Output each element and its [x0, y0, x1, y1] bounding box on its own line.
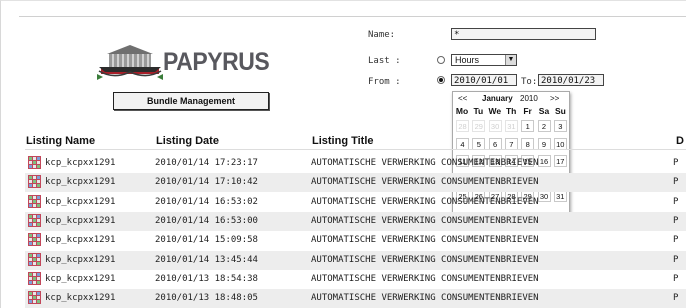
logo-text: PAPYRUS: [163, 48, 270, 76]
table-row[interactable]: kcp_kcpxx1291 2010/01/14 16:53:00 AUTOMATI…: [25, 211, 686, 231]
listing-date: 2010/01/14 16:53:00: [155, 215, 258, 226]
from-label: From :: [368, 77, 401, 87]
calendar-month: January: [482, 94, 513, 103]
last-unit-select[interactable]: Hours ▼: [451, 54, 517, 66]
to-date-input[interactable]: 2010/01/23: [538, 74, 604, 86]
papyrus-logo: PAPYRUS: [97, 41, 277, 85]
listing-name[interactable]: kcp_kcpxx1291: [45, 177, 115, 187]
calendar-day[interactable]: 6: [488, 137, 502, 150]
listing-d: P: [673, 293, 679, 304]
last-unit-value: Hours: [455, 55, 480, 65]
from-radio[interactable]: [437, 76, 445, 84]
weekday-label: Th: [505, 106, 517, 116]
calendar-day[interactable]: 8: [521, 137, 535, 150]
listing-name[interactable]: kcp_kcpxx1291: [45, 293, 115, 303]
listing-d: P: [673, 235, 679, 246]
listing-name[interactable]: kcp_kcpxx1291: [45, 235, 115, 245]
table-row[interactable]: kcp_kcpxx1291 2010/01/13 18:54:38 AUTOMATI…: [25, 270, 686, 289]
prev-month-button[interactable]: <<: [458, 94, 467, 103]
next-month-button[interactable]: >>: [550, 94, 559, 103]
calendar-day[interactable]: 29: [472, 120, 486, 132]
calendar-day[interactable]: 3: [553, 120, 567, 132]
name-label: Name:: [368, 30, 396, 40]
calendar-day[interactable]: 1: [521, 120, 535, 132]
ship-logo-icon: [97, 45, 163, 80]
calendar-day[interactable]: 7: [504, 137, 518, 150]
table-row[interactable]: kcp_kcpxx1291 2010/01/14 17:23:17 AUTOMATI…: [25, 154, 686, 173]
last-label: Last :: [368, 56, 401, 66]
listing-date: 2010/01/14 17:10:42: [155, 177, 258, 188]
listing-d: P: [673, 215, 679, 226]
listing-d: P: [673, 273, 679, 284]
listing-d: P: [673, 254, 679, 265]
listing-title: AUTOMATISCHE VERWERKING CONSUMENTENBRIEV…: [311, 158, 539, 168]
calendar-day[interactable]: 10: [553, 137, 567, 150]
calendar-day[interactable]: 9: [537, 137, 551, 150]
weekday-label: We: [488, 106, 502, 116]
col-header-d[interactable]: D: [676, 135, 684, 147]
listing-date: 2010/01/13 18:54:38: [155, 273, 258, 284]
listing-date: 2010/01/14 13:45:44: [155, 254, 258, 265]
listing-file-icon[interactable]: [28, 271, 41, 285]
col-header-listing-date[interactable]: Listing Date: [156, 135, 219, 147]
listing-file-icon[interactable]: [28, 213, 41, 227]
listing-d: P: [673, 158, 679, 168]
table-row[interactable]: kcp_kcpxx1291 2010/01/14 15:09:58 AUTOMATI…: [25, 231, 686, 250]
calendar-day[interactable]: 4: [456, 137, 469, 150]
listing-title: AUTOMATISCHE VERWERKING CONSUMENTENBRIEV…: [311, 254, 539, 265]
weekday-label: Fr: [523, 106, 532, 116]
bundle-management-button[interactable]: Bundle Management: [113, 92, 269, 110]
table-row[interactable]: kcp_kcpxx1291 2010/01/14 17:10:42 AUTOMATI…: [25, 173, 686, 193]
top-divider: [19, 16, 686, 17]
listing-file-icon[interactable]: [28, 175, 41, 189]
listing-d: P: [673, 177, 679, 188]
calendar-day[interactable]: 28: [456, 120, 469, 132]
weekday-label: Tu: [473, 106, 484, 116]
header-divider: [25, 149, 686, 150]
listing-name[interactable]: kcp_kcpxx1291: [45, 216, 115, 226]
listing-name[interactable]: kcp_kcpxx1291: [45, 274, 115, 284]
listing-file-icon[interactable]: [28, 194, 41, 208]
col-header-listing-title[interactable]: Listing Title: [312, 135, 374, 147]
listing-file-icon[interactable]: [28, 252, 41, 266]
listing-file-icon[interactable]: [28, 233, 41, 247]
calendar-day[interactable]: 30: [488, 120, 502, 132]
app-panel: PAPYRUS Bundle Management Name: * Last :…: [0, 0, 686, 308]
col-header-listing-name[interactable]: Listing Name: [26, 135, 95, 147]
listing-title: AUTOMATISCHE VERWERKING CONSUMENTENBRIEV…: [311, 215, 539, 226]
table-row[interactable]: kcp_kcpxx1291 2010/01/14 16:53:02 AUTOMATI…: [25, 193, 686, 212]
listing-date: 2010/01/14 16:53:02: [155, 196, 258, 207]
table-row[interactable]: kcp_kcpxx1291 2010/01/13 18:48:05 AUTOMATI…: [25, 289, 686, 308]
from-date-input[interactable]: 2010/01/01: [451, 74, 517, 86]
listing-date: 2010/01/14 15:09:58: [155, 235, 258, 246]
listing-file-icon[interactable]: [28, 156, 41, 169]
last-radio[interactable]: [437, 56, 445, 64]
listing-file-icon[interactable]: [28, 291, 41, 305]
listing-title: AUTOMATISCHE VERWERKING CONSUMENTENBRIEV…: [311, 177, 539, 188]
listing-name[interactable]: kcp_kcpxx1291: [45, 158, 115, 168]
name-input[interactable]: *: [451, 28, 596, 40]
listing-date: 2010/01/13 18:48:05: [155, 293, 258, 304]
listing-name[interactable]: kcp_kcpxx1291: [45, 197, 115, 207]
weekday-label: Sa: [538, 106, 550, 116]
calendar-day[interactable]: 2: [537, 120, 551, 132]
listing-d: P: [673, 196, 679, 207]
listing-title: AUTOMATISCHE VERWERKING CONSUMENTENBRIEV…: [311, 293, 539, 304]
listing-date: 2010/01/14 17:23:17: [155, 158, 258, 168]
listing-title: AUTOMATISCHE VERWERKING CONSUMENTENBRIEV…: [311, 235, 539, 246]
listing-title: AUTOMATISCHE VERWERKING CONSUMENTENBRIEV…: [311, 196, 539, 207]
to-label: To:: [521, 77, 538, 87]
calendar-year: 2010: [520, 94, 538, 103]
listing-title: AUTOMATISCHE VERWERKING CONSUMENTENBRIEV…: [311, 273, 539, 284]
weekday-label: Su: [554, 106, 566, 116]
calendar-day[interactable]: 5: [472, 137, 486, 150]
weekday-label: Mo: [455, 106, 469, 116]
calendar-header: << January 2010 >>: [453, 94, 569, 106]
chevron-down-icon[interactable]: ▼: [505, 55, 516, 65]
table-row[interactable]: kcp_kcpxx1291 2010/01/14 13:45:44 AUTOMATI…: [25, 250, 686, 270]
listing-name[interactable]: kcp_kcpxx1291: [45, 255, 115, 265]
calendar-day[interactable]: 31: [504, 120, 518, 132]
